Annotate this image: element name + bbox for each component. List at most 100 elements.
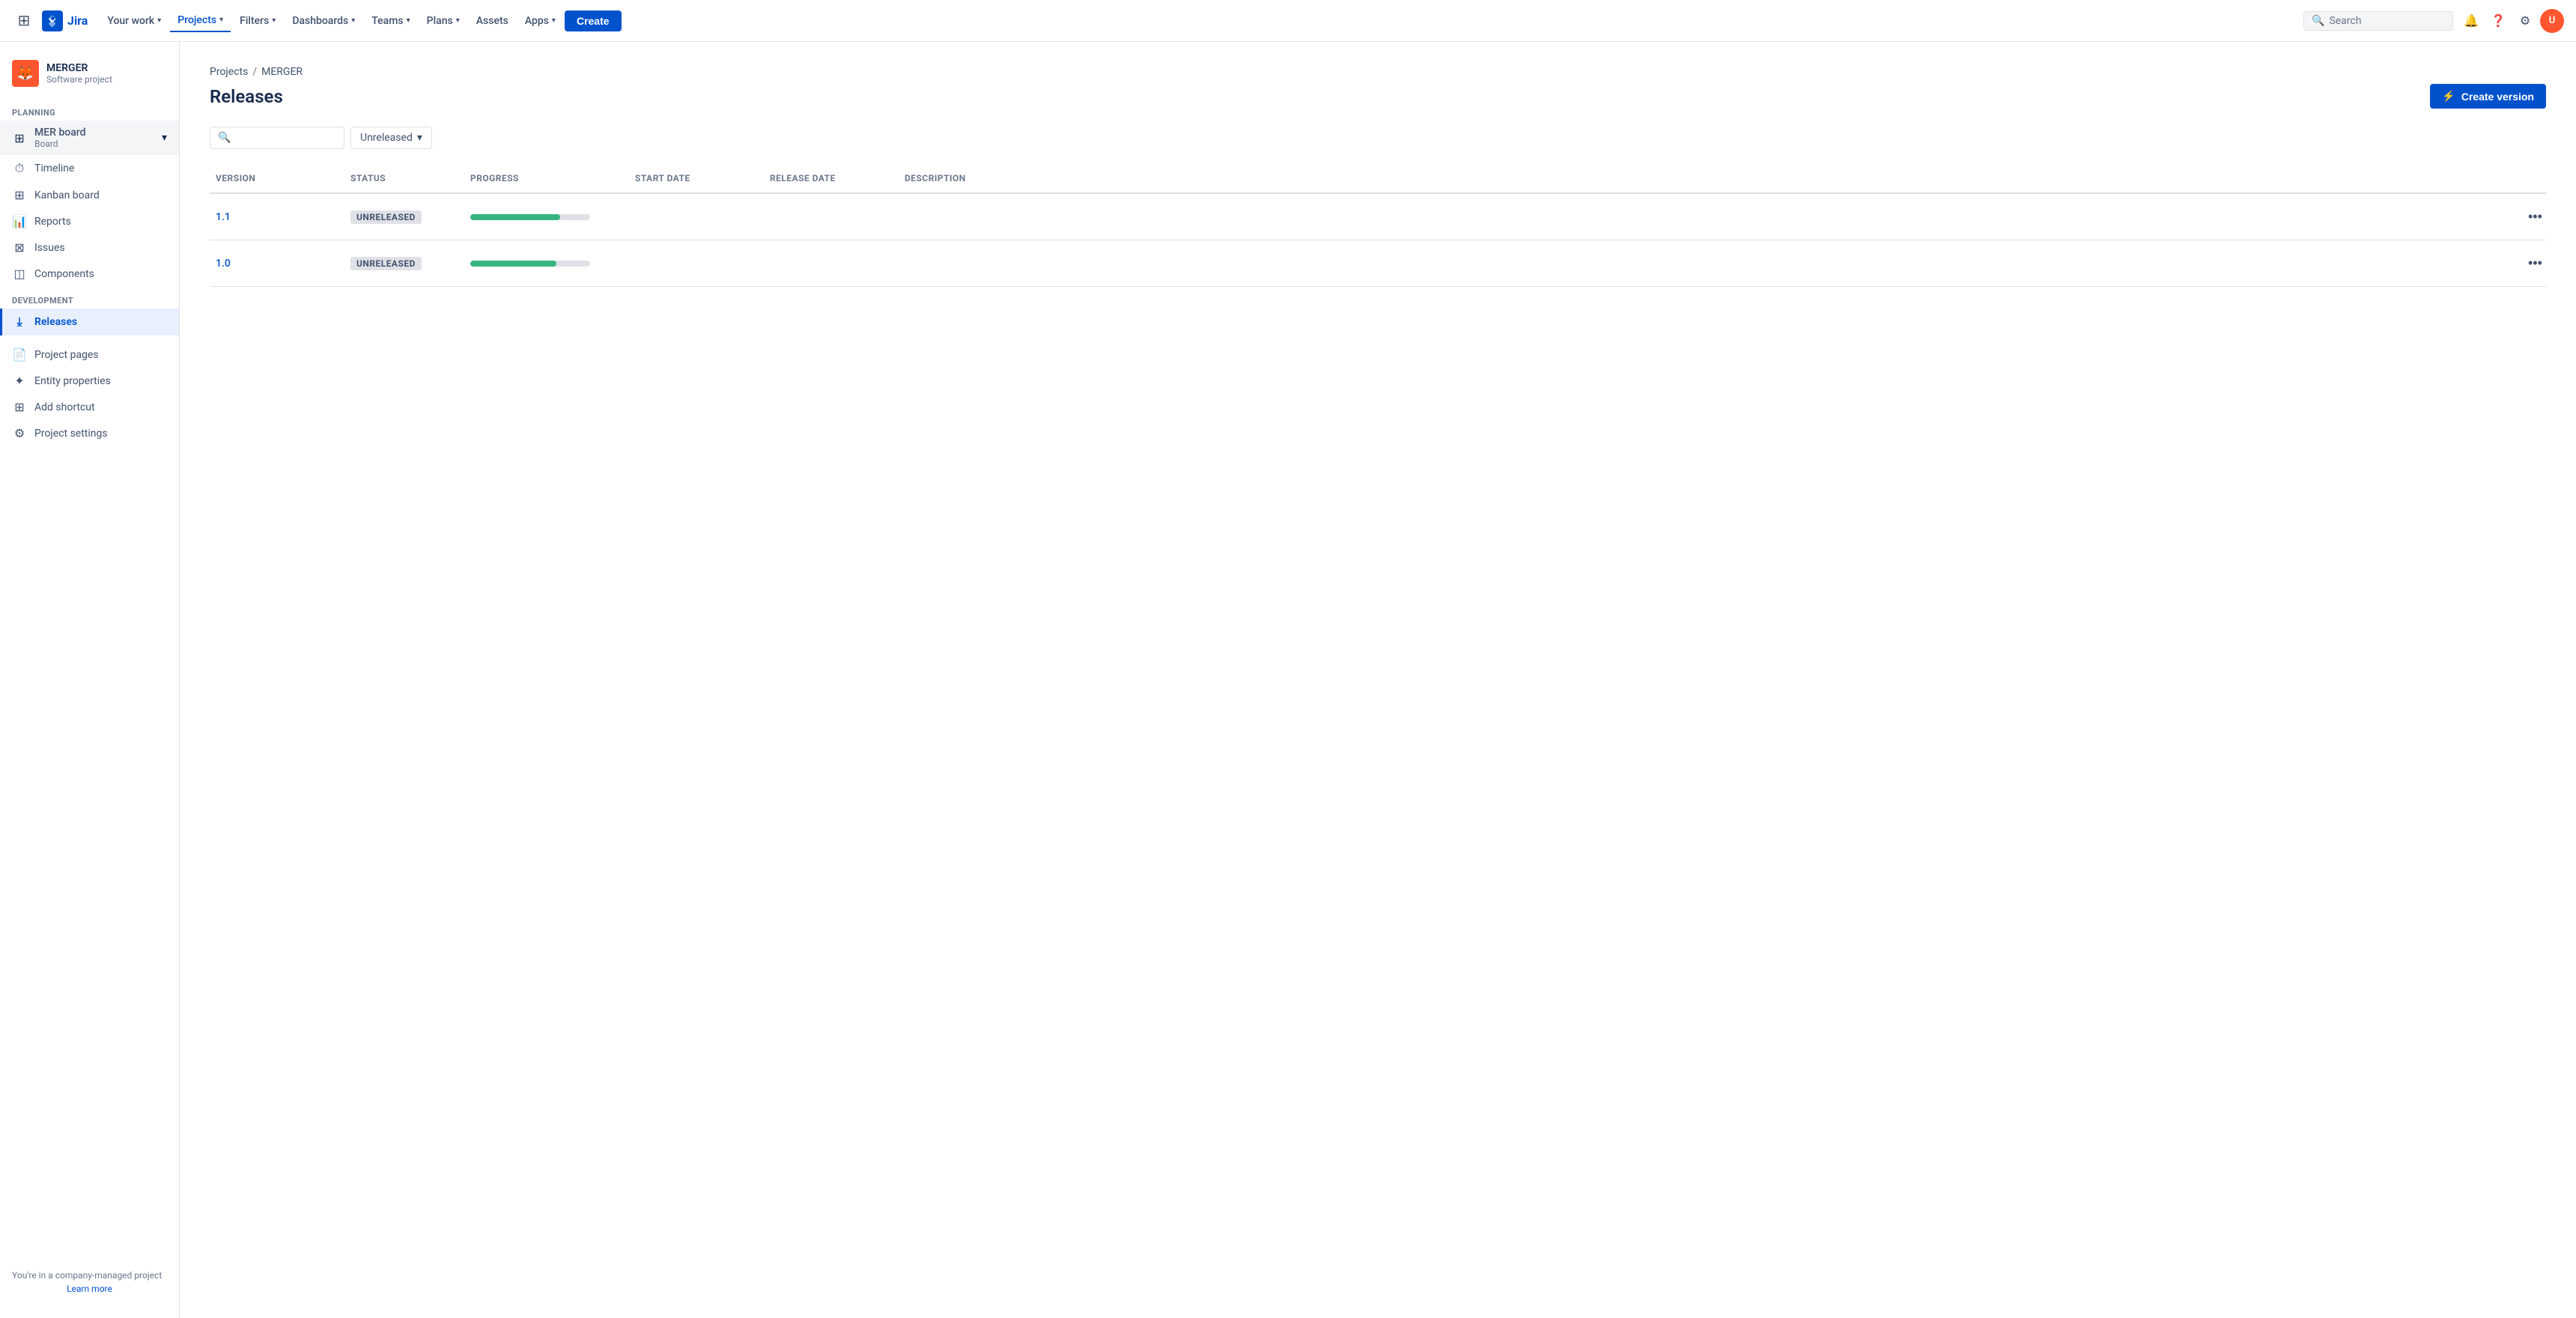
issues-icon: ⊠: [12, 240, 27, 255]
sidebar-project: 🦊 MERGER Software project: [0, 54, 179, 99]
start-date-cell: [629, 214, 764, 220]
topnav-icons: 🔔 ❓ ⚙ U: [2459, 9, 2564, 33]
status-filter-dropdown[interactable]: Unreleased ▾: [350, 127, 432, 149]
status-cell: UNRELEASED: [344, 254, 464, 273]
sidebar-item-entity-properties[interactable]: ✦ Entity properties: [0, 368, 179, 394]
components-icon: ◫: [12, 267, 27, 281]
nav-your-work[interactable]: Your work ▾: [100, 10, 168, 31]
main-content: Projects / MERGER Releases ⚡ Create vers…: [180, 42, 2576, 1318]
nav-filters[interactable]: Filters ▾: [232, 10, 283, 31]
nav-plans[interactable]: Plans ▾: [419, 10, 467, 31]
search-placeholder: Search: [2329, 15, 2361, 27]
col-progress[interactable]: Progress: [464, 170, 629, 186]
progress-bar-container: [470, 261, 623, 267]
nav-teams[interactable]: Teams ▾: [364, 10, 417, 31]
release-date-cell: [764, 214, 899, 220]
top-nav-items: Your work ▾ Projects ▾ Filters ▾ Dashboa…: [100, 10, 2297, 32]
page-header: Releases ⚡ Create version: [210, 84, 2546, 109]
project-type: Software project: [46, 74, 167, 85]
row-more-button[interactable]: •••: [2522, 206, 2548, 228]
learn-more-link[interactable]: Learn more: [12, 1284, 167, 1294]
table-header: Version Status Progress Start date Relea…: [210, 164, 2546, 194]
project-icon: 🦊: [12, 60, 39, 87]
grid-menu-button[interactable]: ⊞: [12, 9, 36, 33]
progress-bar-container: [470, 214, 623, 220]
sidebar-bottom: You're in a company-managed project Lear…: [0, 1258, 179, 1306]
sidebar-item-add-shortcut[interactable]: ⊞ Add shortcut: [0, 394, 179, 420]
version-cell: 1.1: [210, 208, 344, 226]
settings-button[interactable]: ⚙: [2513, 9, 2537, 33]
description-cell: [899, 261, 2516, 267]
chevron-down-icon: ▾: [162, 132, 167, 144]
sidebar-item-releases[interactable]: ⤓ Releases: [0, 309, 179, 335]
sidebar-item-project-pages[interactable]: 📄 Project pages: [0, 341, 179, 368]
create-version-button[interactable]: ⚡ Create version: [2430, 84, 2546, 109]
status-filter-label: Unreleased: [360, 132, 413, 144]
actions-cell: •••: [2516, 203, 2546, 231]
breadcrumb-separator: /: [252, 66, 257, 78]
jira-logo[interactable]: Jira: [42, 10, 88, 31]
create-version-label: Create version: [2461, 91, 2534, 103]
version-search-box[interactable]: 🔍: [210, 127, 344, 149]
sidebar-item-label: Project settings: [34, 428, 108, 440]
help-button[interactable]: ❓: [2486, 9, 2510, 33]
sidebar-item-label: Issues: [34, 242, 65, 254]
notifications-button[interactable]: 🔔: [2459, 9, 2483, 33]
col-version[interactable]: Version: [210, 170, 344, 186]
company-managed-text: You're in a company-managed project: [12, 1270, 167, 1281]
progress-cell: [464, 211, 629, 223]
sidebar-item-kanban[interactable]: ⊞ Kanban board: [0, 182, 179, 208]
version-search-input[interactable]: [235, 132, 336, 144]
table-row: 1.1 UNRELEASED •••: [210, 194, 2546, 240]
sidebar-item-issues[interactable]: ⊠ Issues: [0, 234, 179, 261]
actions-cell: •••: [2516, 249, 2546, 277]
progress-bar-fill: [470, 214, 560, 220]
create-button[interactable]: Create: [565, 10, 622, 31]
chevron-down-icon: ▾: [407, 16, 410, 25]
sidebar-item-timeline[interactable]: ⏱ Timeline: [0, 155, 179, 182]
user-avatar[interactable]: U: [2540, 9, 2564, 33]
row-more-button[interactable]: •••: [2522, 252, 2548, 274]
status-badge: UNRELEASED: [350, 257, 422, 270]
board-type: Board: [34, 139, 86, 149]
breadcrumb: Projects / MERGER: [210, 66, 2546, 78]
status-cell: UNRELEASED: [344, 207, 464, 227]
sidebar-item-components[interactable]: ◫ Components: [0, 261, 179, 287]
col-status[interactable]: Status: [344, 170, 464, 186]
breadcrumb-projects[interactable]: Projects: [210, 66, 248, 78]
releases-table: Version Status Progress Start date Relea…: [210, 164, 2546, 287]
development-label: DEVELOPMENT: [0, 287, 179, 309]
search-icon: 🔍: [2312, 15, 2324, 27]
planning-label: PLANNING: [0, 99, 179, 121]
sidebar-item-label: Add shortcut: [34, 401, 95, 413]
kanban-icon: ⊞: [12, 188, 27, 202]
sidebar-item-label: Entity properties: [34, 375, 111, 387]
version-link[interactable]: 1.0: [216, 258, 231, 270]
breadcrumb-project[interactable]: MERGER: [261, 66, 303, 78]
nav-apps[interactable]: Apps ▾: [517, 10, 563, 31]
flash-icon: ⚡: [2442, 90, 2455, 103]
chevron-down-icon: ▾: [351, 16, 355, 25]
col-release-date[interactable]: Release date: [764, 170, 899, 186]
status-badge: UNRELEASED: [350, 210, 422, 224]
page-title: Releases: [210, 86, 283, 107]
sidebar-item-reports[interactable]: 📊 Reports: [0, 208, 179, 234]
entity-icon: ✦: [12, 374, 27, 388]
version-link[interactable]: 1.1: [216, 211, 231, 223]
sidebar-item-project-settings[interactable]: ⚙ Project settings: [0, 420, 179, 446]
nav-projects[interactable]: Projects ▾: [170, 10, 231, 32]
description-cell: [899, 214, 2516, 220]
progress-bar-fill: [470, 261, 556, 267]
chevron-down-icon: ▾: [456, 16, 460, 25]
col-start-date[interactable]: Start date: [629, 170, 764, 186]
version-cell: 1.0: [210, 255, 344, 273]
search-icon: 🔍: [218, 132, 231, 144]
jira-logo-svg: [46, 14, 59, 28]
progress-bar: [470, 261, 590, 267]
sidebar-item-mer-board[interactable]: ⊞ MER board Board ▾: [0, 121, 179, 155]
nav-dashboards[interactable]: Dashboards ▾: [285, 10, 362, 31]
sidebar-item-label: Components: [34, 268, 94, 280]
search-box[interactable]: 🔍 Search: [2303, 11, 2453, 31]
nav-assets[interactable]: Assets: [469, 10, 516, 31]
jira-logo-icon: [42, 10, 63, 31]
